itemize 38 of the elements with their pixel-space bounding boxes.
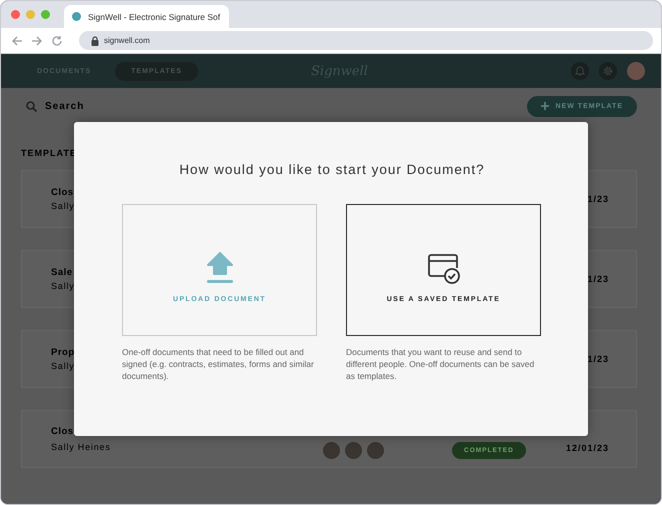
signer-avatar [367, 442, 384, 458]
upload-icon [206, 252, 232, 284]
lock-icon [91, 36, 99, 46]
address-field[interactable]: signwell.com [79, 31, 653, 50]
back-arrow-icon [11, 34, 23, 46]
signer-avatar [345, 442, 362, 458]
signer-avatar [323, 442, 340, 458]
browser-tab[interactable]: SignWell - Electronic Signature Sof [64, 5, 229, 28]
template-date: 12/01/23 [566, 442, 609, 453]
user-avatar[interactable] [627, 62, 645, 80]
template-date: 1/23 [587, 274, 609, 284]
template-date: 1/23 [587, 354, 609, 364]
forward-arrow-icon [31, 34, 43, 46]
settings-button[interactable] [599, 62, 617, 80]
favicon-icon [72, 12, 81, 21]
template-owner: Sally Heines [51, 442, 111, 452]
template-owner: Sally [51, 281, 75, 291]
url-text: signwell.com [104, 36, 150, 45]
template-name: Sale [51, 267, 73, 278]
modal-title: How would you like to start your Document? [178, 162, 486, 177]
template-date: 1/23 [587, 194, 609, 204]
template-owner: Sally [51, 361, 75, 371]
notifications-button[interactable] [571, 62, 589, 80]
tab-title: SignWell - Electronic Signature Sof [88, 12, 220, 22]
search-icon [26, 100, 37, 112]
template-name: Prop [51, 347, 75, 358]
template-name: Clos [51, 187, 74, 198]
section-title: TEMPLATE [21, 148, 78, 158]
plus-icon [540, 102, 549, 110]
template-name: Clos [51, 426, 74, 437]
window-check-icon [428, 252, 460, 284]
reload-icon [51, 34, 63, 46]
option-description: One-off documents that need to be filled out and signed (e.g. contracts, estimates, forms and similar documents). [122, 346, 315, 382]
template-owner: Sally [51, 201, 75, 211]
search-field[interactable]: Search [43, 100, 127, 112]
bell-icon [575, 66, 585, 76]
option-description: Documents that you want to reuse and send to different people. One-off documents can be saved as templates. [346, 346, 536, 382]
settings-icon [603, 66, 613, 76]
